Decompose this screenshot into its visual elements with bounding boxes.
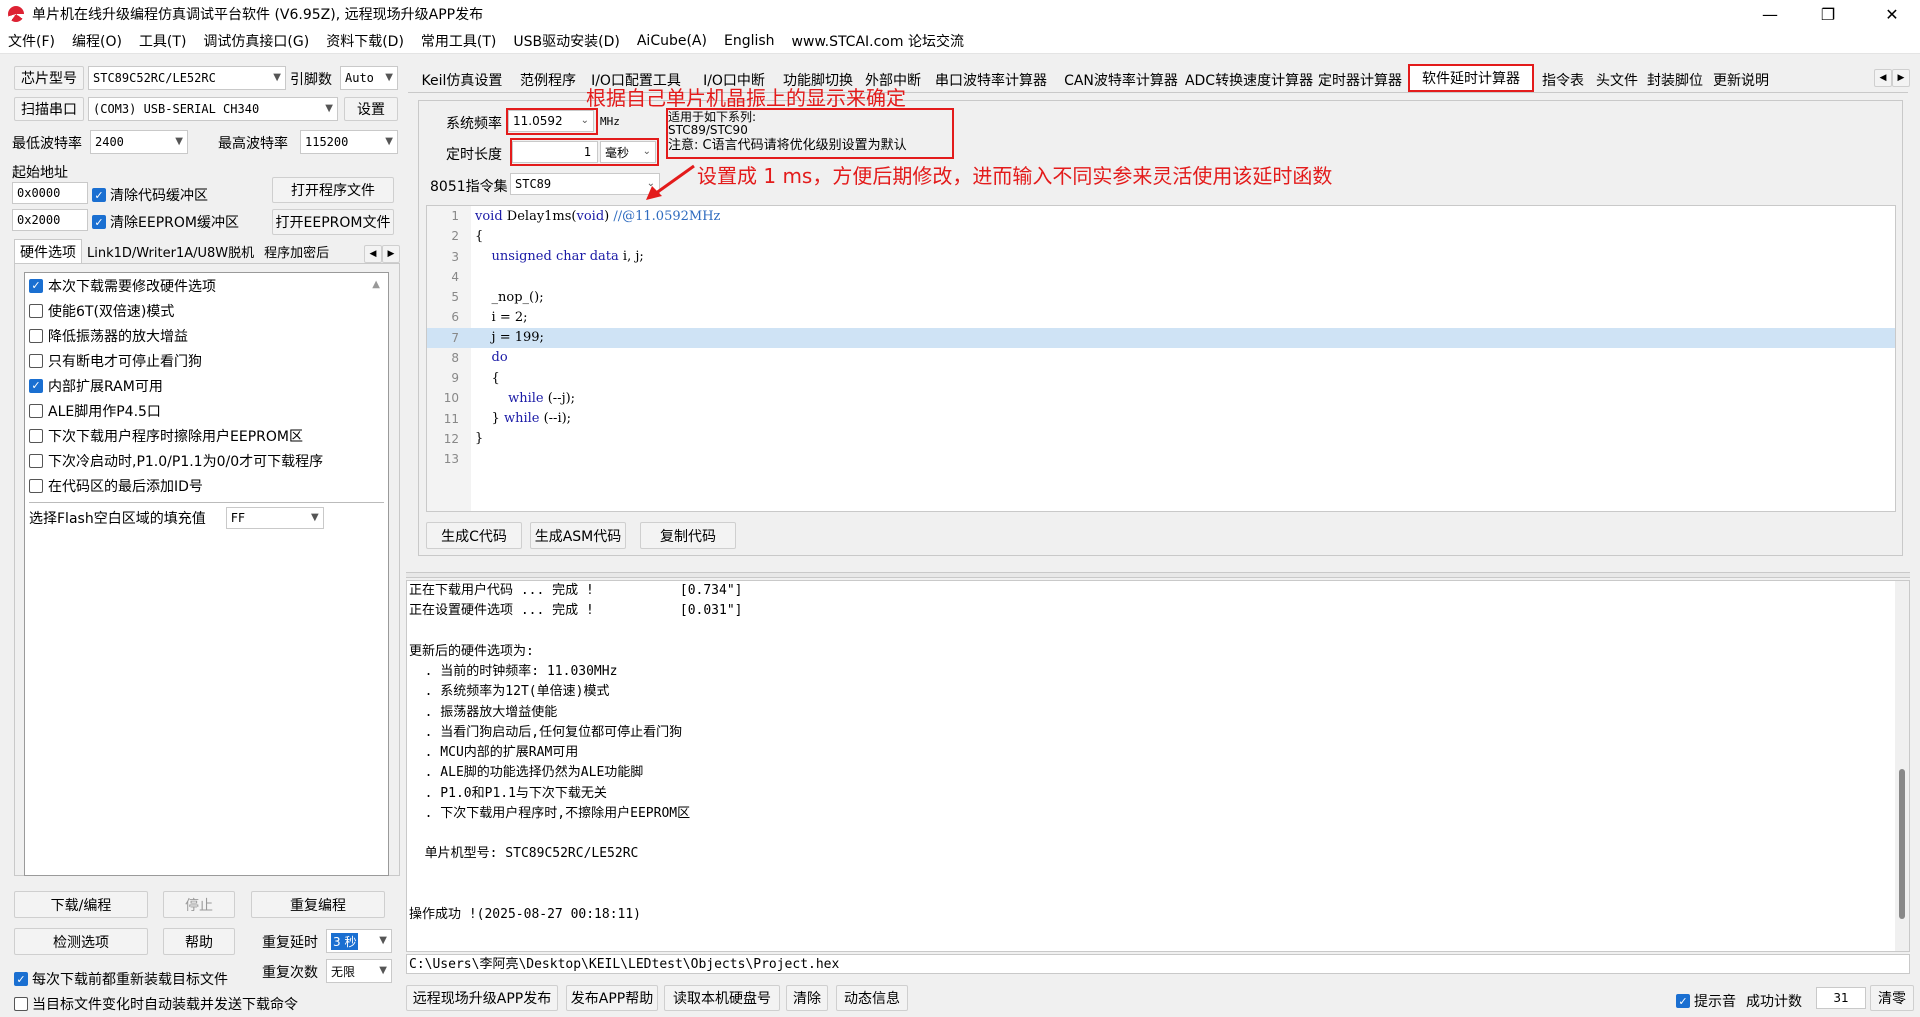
log-line: 单片机型号: STC89C52RC/LE52RC xyxy=(409,846,639,862)
sound-label: 提示音 xyxy=(1694,994,1736,1010)
dynamic-info-button[interactable]: 动态信息 xyxy=(836,985,908,1011)
log-line: . 当前的时钟频率: 11.030MHz xyxy=(409,664,618,679)
log-line: 更新后的硬件选项为: xyxy=(409,643,534,659)
log-line: . P1.0和P1.1与下次下载无关 xyxy=(409,785,607,801)
log-line: . 当看门狗启动后,任何复位都可停止看门狗 xyxy=(409,724,683,740)
read-disk-id-button[interactable]: 读取本机硬盘号 xyxy=(664,985,780,1011)
log-scrollbar[interactable] xyxy=(1895,581,1909,951)
clear-log-button[interactable]: 清除 xyxy=(786,985,828,1011)
log-scroll-thumb[interactable] xyxy=(1899,769,1905,919)
sound-option[interactable]: ✓ 提示音 xyxy=(1676,991,1736,1011)
publish-help-button[interactable]: 发布APP帮助 xyxy=(566,985,658,1011)
remote-upgrade-button[interactable]: 远程现场升级APP发布 xyxy=(406,985,558,1011)
log-line: 正在设置硬件选项 ... 完成 ! [0.031"] xyxy=(409,603,743,619)
log-line: . 系统频率为12T(单倍速)模式 xyxy=(409,684,610,700)
splitter[interactable] xyxy=(406,572,1910,578)
reset-count-button[interactable]: 清零 xyxy=(1870,985,1914,1011)
log-line: . 振荡器放大增益使能 xyxy=(409,704,558,720)
log-line: 操作成功 !(2025-08-27 00:18:11) xyxy=(409,907,642,922)
log-line: . 下次下载用户程序时,不擦除用户EEPROM区 xyxy=(409,805,691,821)
log-line: . MCU内部的扩展RAM可用 xyxy=(409,745,579,760)
log-line: . ALE脚的功能选择仍然为ALE功能脚 xyxy=(409,765,644,781)
output-log: 正在下载用户代码 ... 完成 ! [0.734"] 正在设置硬件选项 ... 完… xyxy=(406,580,1910,952)
file-path: C:\Users\李阿亮\Desktop\KEIL\LEDtest\Object… xyxy=(406,954,1910,974)
check-icon[interactable]: ✓ xyxy=(1676,994,1690,1008)
log-line: 正在下载用户代码 ... 完成 ! [0.734"] xyxy=(409,583,743,598)
success-count-label: 成功计数 xyxy=(1746,994,1802,1010)
success-count-value: 31 xyxy=(1816,987,1866,1009)
